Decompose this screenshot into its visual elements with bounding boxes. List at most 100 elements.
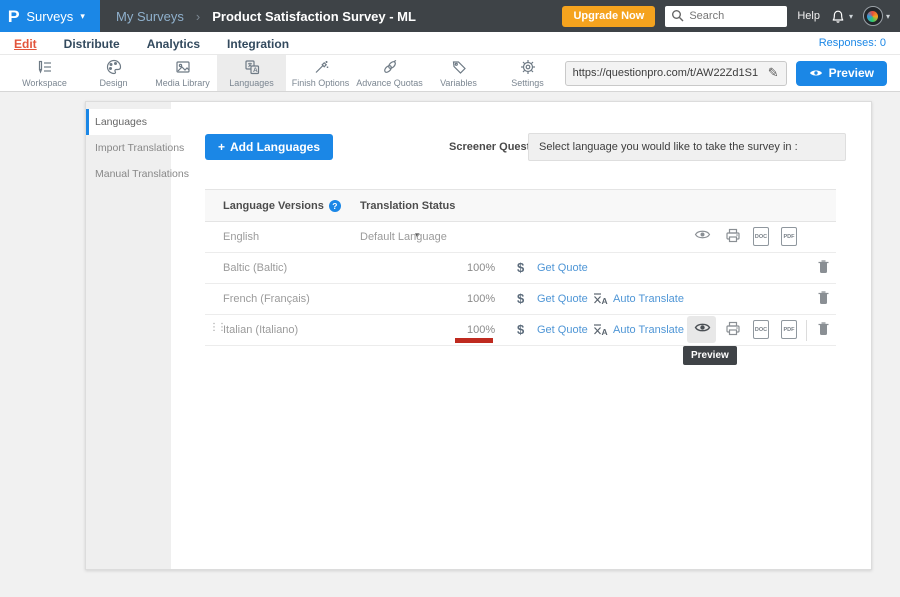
add-languages-button[interactable]: +Add Languages xyxy=(205,134,333,160)
toolbar-item-variables[interactable]: Variables xyxy=(424,55,493,91)
table-row-italian: ⋮⋮ Italian (Italiano) 100% $ Get Quote A… xyxy=(205,315,836,346)
toolbar-item-workspace[interactable]: Workspace xyxy=(10,55,79,91)
product-switcher[interactable]: P Surveys ▾ xyxy=(0,0,100,32)
product-switcher-label: Surveys xyxy=(26,9,73,24)
app-window: P Surveys ▾ My Surveys › Product Satisfa… xyxy=(0,0,900,597)
edit-url-icon[interactable]: ✎ xyxy=(768,65,779,81)
advance-quotas-icon xyxy=(381,58,399,76)
divider xyxy=(806,320,807,341)
translation-progress-pct: 100% xyxy=(467,262,495,274)
edit-toolbar: Workspace Design Media Library A Languag… xyxy=(0,55,900,92)
sidebar-item-languages[interactable]: Languages xyxy=(86,109,171,135)
toolbar-right: https://questionpro.com/t/AW22Zd1S1 ✎ Pr… xyxy=(565,55,900,91)
avatar xyxy=(863,6,883,26)
toolbar-item-advance-quotas[interactable]: Advance Quotas xyxy=(355,55,424,91)
survey-title: Product Satisfaction Survey - ML xyxy=(212,9,416,24)
translation-progress-pct: 100% xyxy=(467,324,495,336)
print-icon[interactable] xyxy=(725,321,741,336)
language-name: Baltic (Baltic) xyxy=(223,262,287,274)
svg-text:A: A xyxy=(602,327,608,336)
sidebar-item-manual-translations[interactable]: Manual Translations xyxy=(86,161,171,187)
col-translation-status: Translation Status xyxy=(360,200,455,212)
variables-icon xyxy=(450,58,468,76)
delete-language-icon[interactable] xyxy=(817,259,830,274)
preview-button[interactable]: Preview xyxy=(796,61,887,86)
plus-icon: + xyxy=(218,140,225,154)
chevron-down-icon: ▾ xyxy=(886,12,890,21)
translate-icon[interactable]: A xyxy=(593,292,608,305)
export-doc-icon[interactable]: DOC xyxy=(753,320,769,339)
languages-panel: Languages Import Translations Manual Tra… xyxy=(85,101,872,570)
toolbar-item-settings[interactable]: Settings xyxy=(493,55,562,91)
export-doc-icon[interactable]: DOC xyxy=(753,227,769,246)
get-quote-link[interactable]: Get Quote xyxy=(537,293,588,305)
auto-translate-link[interactable]: Auto Translate xyxy=(613,293,684,305)
preview-tooltip: Preview xyxy=(683,346,737,365)
auto-translate-link[interactable]: Auto Translate xyxy=(613,324,684,336)
notifications-button[interactable]: ▾ xyxy=(830,8,853,24)
translate-icon[interactable]: A xyxy=(593,323,608,336)
survey-nav: Edit Distribute Analytics Integration Re… xyxy=(0,32,900,55)
eye-icon xyxy=(809,68,823,78)
table-header: Language Versions ? Translation Status xyxy=(205,189,836,222)
toolbar-item-finish-options[interactable]: Finish Options xyxy=(286,55,355,91)
help-icon[interactable]: ? xyxy=(329,200,341,212)
delete-language-icon[interactable] xyxy=(817,290,830,305)
account-menu[interactable]: ▾ xyxy=(863,6,890,26)
svg-text:A: A xyxy=(253,67,258,74)
breadcrumb-my-surveys[interactable]: My Surveys xyxy=(116,9,184,24)
toolbar-item-media-library[interactable]: Media Library xyxy=(148,55,217,91)
panel-main: +Add Languages Screener Question : Selec… xyxy=(171,102,871,569)
sidebar-item-import-translations[interactable]: Import Translations xyxy=(86,135,171,161)
chevron-down-icon: ▾ xyxy=(80,11,85,22)
screener-question-field[interactable]: Select language you would like to take t… xyxy=(528,133,846,161)
help-link[interactable]: Help xyxy=(797,10,820,22)
default-language-label: Default Language xyxy=(360,231,447,243)
top-bar: P Surveys ▾ My Surveys › Product Satisfa… xyxy=(0,0,900,32)
questionpro-logo-icon: P xyxy=(8,8,20,25)
survey-url-field[interactable]: https://questionpro.com/t/AW22Zd1S1 ✎ xyxy=(565,61,787,86)
get-quote-link[interactable]: Get Quote xyxy=(537,324,588,336)
table-row-english: English ▾ Default Language DOC PDF xyxy=(205,222,836,253)
tab-distribute[interactable]: Distribute xyxy=(64,36,120,51)
get-quote-link[interactable]: Get Quote xyxy=(537,262,588,274)
panel-sidebar: Languages Import Translations Manual Tra… xyxy=(86,102,171,569)
dollar-icon[interactable]: $ xyxy=(517,260,524,275)
upgrade-now-button[interactable]: Upgrade Now xyxy=(562,6,655,27)
toolbar-item-languages[interactable]: A Languages xyxy=(217,55,286,91)
dollar-icon[interactable]: $ xyxy=(517,322,524,337)
col-language-versions: Language Versions xyxy=(223,200,324,212)
settings-icon xyxy=(519,58,537,76)
dollar-icon[interactable]: $ xyxy=(517,291,524,306)
content-area: Languages Import Translations Manual Tra… xyxy=(0,93,900,597)
workspace-icon xyxy=(36,58,54,76)
table-row-baltic: Baltic (Baltic) 100% $ Get Quote xyxy=(205,253,836,284)
delete-language-icon[interactable] xyxy=(817,321,830,336)
responses-count: Responses: 0 xyxy=(819,37,886,49)
bell-icon xyxy=(830,8,846,24)
translation-progress-pct: 100% xyxy=(467,293,495,305)
chevron-down-icon: ▾ xyxy=(849,12,853,21)
language-select-english[interactable]: English xyxy=(223,231,259,243)
export-pdf-icon[interactable]: PDF xyxy=(781,320,797,339)
toolbar-item-design[interactable]: Design xyxy=(79,55,148,91)
table-row-french: French (Français) 100% $ Get Quote A Aut… xyxy=(205,284,836,315)
search-icon xyxy=(671,9,684,22)
print-icon[interactable] xyxy=(725,228,741,243)
breadcrumb-separator-icon: › xyxy=(196,9,200,24)
media-library-icon xyxy=(174,58,192,76)
red-underline-annotation xyxy=(455,338,493,343)
tab-analytics[interactable]: Analytics xyxy=(147,36,200,51)
preview-language-icon[interactable] xyxy=(694,228,711,241)
export-pdf-icon[interactable]: PDF xyxy=(781,227,797,246)
languages-icon: A xyxy=(243,58,261,76)
design-icon xyxy=(105,58,123,76)
finish-options-icon xyxy=(312,58,330,76)
tab-edit[interactable]: Edit xyxy=(14,36,37,51)
tab-integration[interactable]: Integration xyxy=(227,36,289,51)
preview-language-icon[interactable] xyxy=(694,321,711,334)
languages-table: Language Versions ? Translation Status E… xyxy=(205,189,836,346)
breadcrumb: My Surveys › Product Satisfaction Survey… xyxy=(100,9,416,24)
survey-url: https://questionpro.com/t/AW22Zd1S1 xyxy=(573,67,764,79)
language-name: French (Français) xyxy=(223,293,310,305)
